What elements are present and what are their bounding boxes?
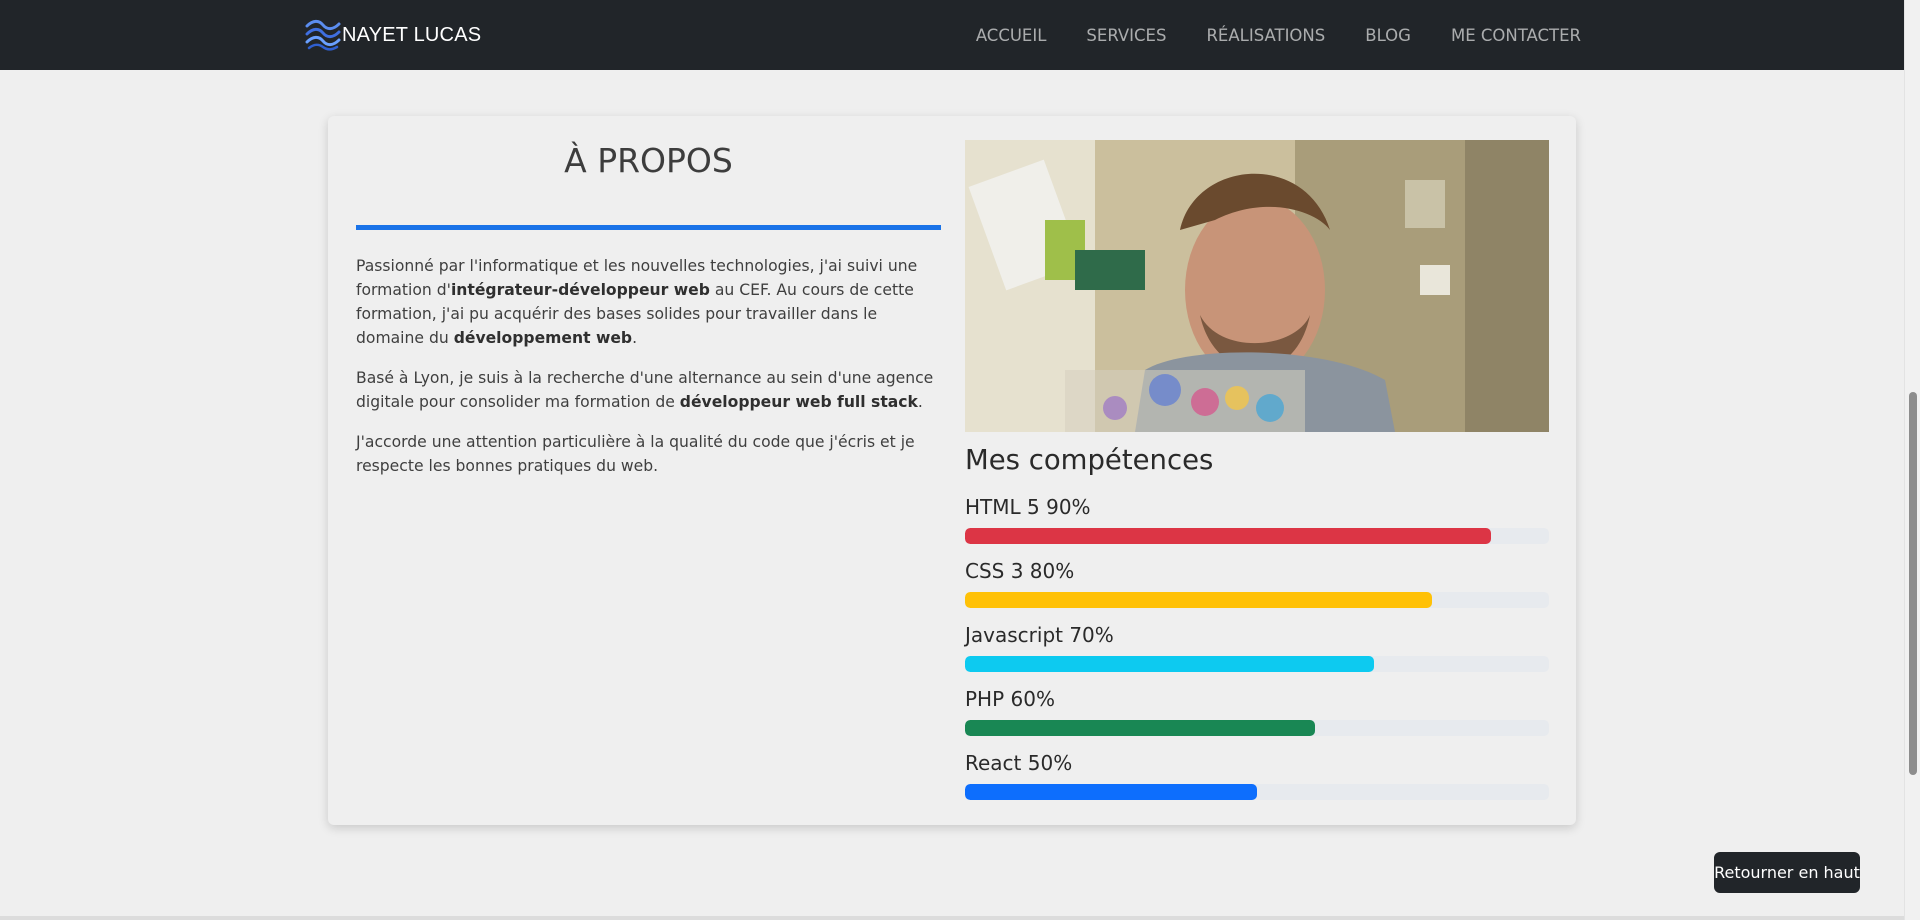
profile-photo <box>965 140 1549 432</box>
skill-label: HTML 5 90% <box>965 495 1091 519</box>
progress-fill <box>965 528 1491 544</box>
progress-track <box>965 528 1549 544</box>
skill-label: PHP 60% <box>965 687 1055 711</box>
nav-link-contact[interactable]: ME CONTACTER <box>1451 26 1581 45</box>
scrollbar-thumb[interactable] <box>1909 392 1917 775</box>
title-divider <box>356 225 941 230</box>
progress-fill <box>965 720 1316 736</box>
skill-label: React 50% <box>965 751 1073 775</box>
about-paragraph-3: J'accorde une attention particulière à l… <box>356 433 915 475</box>
skill-html: HTML 5 90% <box>965 494 1549 554</box>
skill-javascript: Javascript 70% <box>965 622 1549 682</box>
progress-fill <box>965 592 1433 608</box>
nav-link-realisations[interactable]: RÉALISATIONS <box>1206 26 1325 45</box>
back-to-top-button[interactable]: Retourner en haut <box>1714 852 1860 893</box>
about-text: Passionné par l'informatique et les nouv… <box>356 254 941 494</box>
about-paragraph-1: Passionné par l'informatique et les nouv… <box>356 257 918 347</box>
waves-logo-icon <box>305 19 341 51</box>
skills-title: Mes compétences <box>965 444 1214 476</box>
about-paragraph-2: Basé à Lyon, je suis à la recherche d'un… <box>356 369 934 411</box>
nav-link-services[interactable]: SERVICES <box>1086 26 1166 45</box>
progress-track <box>965 656 1549 672</box>
skill-php: PHP 60% <box>965 686 1549 746</box>
progress-track <box>965 720 1549 736</box>
skill-css: CSS 3 80% <box>965 558 1549 618</box>
skill-label: Javascript 70% <box>965 623 1114 647</box>
progress-fill <box>965 784 1257 800</box>
nav-link-accueil[interactable]: ACCUEIL <box>976 26 1047 45</box>
bottom-edge <box>0 916 1904 920</box>
about-card: À PROPOS Passionné par l'informatique et… <box>328 116 1576 825</box>
progress-track <box>965 784 1549 800</box>
progress-fill <box>965 656 1374 672</box>
page-scrollbar[interactable] <box>1904 0 1920 920</box>
skill-react: React 50% <box>965 750 1549 810</box>
navbar: NAYET LUCAS ACCUEIL SERVICES RÉALISATION… <box>0 0 1904 70</box>
main-nav: ACCUEIL SERVICES RÉALISATIONS BLOG ME CO… <box>936 0 1581 70</box>
skill-label: CSS 3 80% <box>965 559 1075 583</box>
nav-link-blog[interactable]: BLOG <box>1365 26 1411 45</box>
brand-name: NAYET LUCAS <box>342 23 482 46</box>
progress-track <box>965 592 1549 608</box>
brand[interactable]: NAYET LUCAS <box>305 16 481 54</box>
about-title: À PROPOS <box>564 141 733 180</box>
